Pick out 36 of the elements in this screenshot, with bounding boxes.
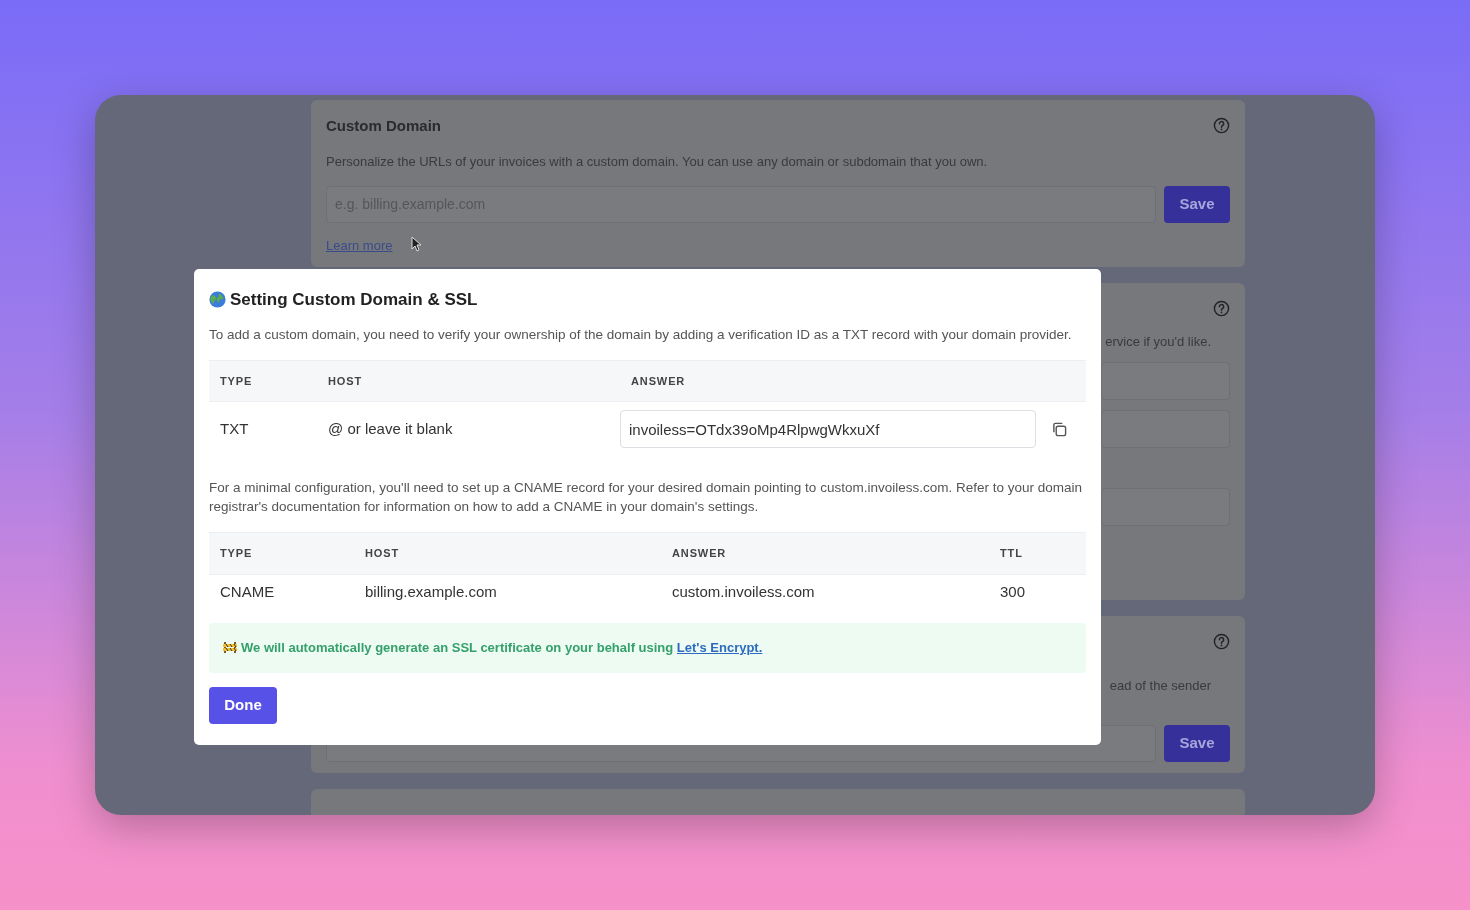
cursor-icon bbox=[411, 236, 423, 252]
save-button[interactable]: Save bbox=[1164, 724, 1230, 762]
modal-description: To add a custom domain, you need to verify your ownership of the domain by adding a verification ID as a TXT record with your domain provider. bbox=[209, 325, 1073, 344]
help-icon[interactable] bbox=[1213, 117, 1230, 134]
column-header: ANSWER bbox=[661, 532, 989, 574]
table-cell: custom.invoiless.com bbox=[672, 582, 815, 600]
copy-icon[interactable] bbox=[1052, 421, 1067, 437]
table-cell: billing.example.com bbox=[365, 582, 497, 600]
table-cell: CNAME bbox=[220, 582, 275, 600]
answer-field[interactable]: invoiless=OTdx39oMp4RlpwgWkxuXf bbox=[620, 410, 1036, 448]
globe-icon bbox=[209, 291, 226, 309]
help-icon[interactable] bbox=[1213, 633, 1230, 650]
card-description: ervice if you'd like. bbox=[1105, 333, 1211, 351]
input-field[interactable] bbox=[1101, 409, 1230, 448]
card-description: Personalize the URLs of your invoices with a custom domain. You can use any domain or subdomain that you own. bbox=[326, 153, 989, 171]
column-header: TTL bbox=[989, 532, 1086, 574]
help-icon[interactable] bbox=[1213, 300, 1230, 317]
column-header: HOST bbox=[317, 360, 620, 402]
alert-text: We will automatically generate an SSL certificate on your behalf using Let's Encrypt. bbox=[241, 639, 763, 657]
column-header: TYPE bbox=[209, 532, 354, 574]
table-cell: 300 bbox=[1000, 582, 1026, 600]
card-description: ead of the sender bbox=[1109, 677, 1211, 695]
table-cell: TXT bbox=[220, 419, 249, 437]
modal-title: Setting Custom Domain & SSL bbox=[230, 289, 478, 311]
table-cell: @ or leave it blank bbox=[328, 419, 453, 437]
column-header: TYPE bbox=[209, 360, 317, 402]
column-header: ANSWER bbox=[620, 360, 1086, 402]
column-header: HOST bbox=[354, 532, 661, 574]
card-title: Custom Domain bbox=[326, 117, 441, 134]
done-button[interactable]: Done bbox=[209, 686, 277, 724]
modal-description: For a minimal configuration, you'll need to set up a CNAME record for your desired domain pointing to custom.invoiless.com. Refer to your domain registrar's documentation for information on how to add a CNAME in your domain's settings. bbox=[209, 479, 1083, 516]
barrier-icon bbox=[223, 642, 237, 654]
input-field[interactable] bbox=[1101, 361, 1230, 400]
save-button[interactable]: Save bbox=[1164, 185, 1230, 223]
lets-encrypt-link[interactable]: Let's Encrypt. bbox=[676, 640, 763, 655]
input-field[interactable] bbox=[1101, 487, 1230, 526]
